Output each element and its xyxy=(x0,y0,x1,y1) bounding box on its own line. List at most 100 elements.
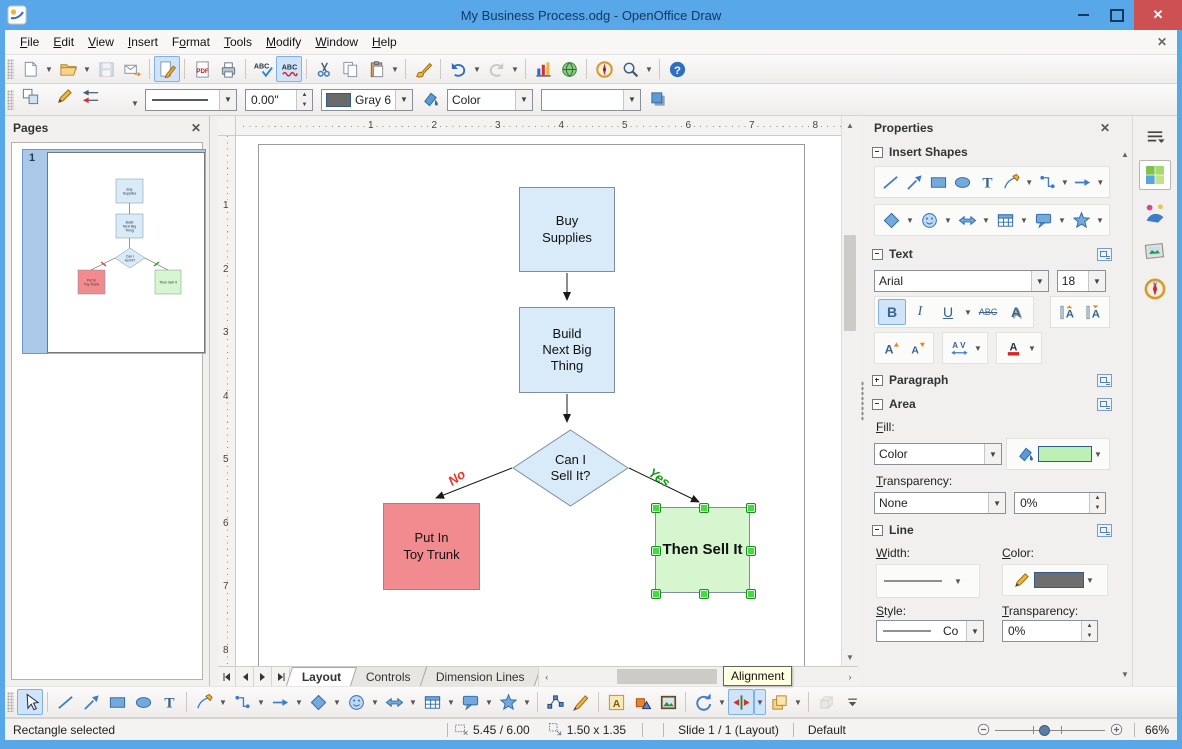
collapse-icon[interactable] xyxy=(872,524,883,536)
selection-handle[interactable] xyxy=(651,589,661,599)
scroll-up-icon[interactable]: ▲ xyxy=(1119,146,1131,162)
selection-handle[interactable] xyxy=(698,503,709,513)
menu-tools[interactable]: Tools xyxy=(217,32,259,52)
line-style-select[interactable]: Co ▼ xyxy=(876,620,984,642)
combine-shapes-icon[interactable] xyxy=(629,689,655,715)
chevron-down-icon[interactable]: ▼ xyxy=(407,689,419,715)
-icon[interactable] xyxy=(103,83,129,109)
selection-handle[interactable] xyxy=(698,589,709,599)
chevron-down-icon[interactable]: ▼ xyxy=(445,689,457,715)
selection-handle[interactable] xyxy=(746,546,756,556)
menu-format[interactable]: Format xyxy=(165,32,217,52)
increase-spacing-icon[interactable]: A xyxy=(1054,299,1080,325)
decrease-spacing-icon[interactable]: A xyxy=(1080,299,1106,325)
zoom-slider-thumb[interactable] xyxy=(1038,725,1050,736)
horizontal-scroll-thumb[interactable] xyxy=(616,669,717,684)
close-document-icon[interactable]: ✕ xyxy=(1157,35,1167,49)
chevron-down-icon[interactable]: ▼ xyxy=(792,689,804,715)
line-icon[interactable] xyxy=(52,689,78,715)
vertical-scroll-thumb[interactable] xyxy=(844,235,856,331)
clipart-deck-icon[interactable] xyxy=(1139,236,1171,266)
chevron-down-icon[interactable]: ▼ xyxy=(1084,567,1096,593)
scroll-down-icon[interactable]: ▼ xyxy=(1119,666,1131,682)
tab-layout[interactable]: Layout xyxy=(285,667,358,686)
dialog-launcher-icon[interactable] xyxy=(1097,397,1112,411)
arrange-icon[interactable] xyxy=(766,689,792,715)
chevron-down-icon[interactable]: ▼ xyxy=(980,207,992,233)
selection-handle[interactable] xyxy=(651,503,661,513)
previous-layer-button[interactable] xyxy=(236,667,254,686)
slide-indicator[interactable]: Slide 1 / 1 (Layout) xyxy=(678,723,779,737)
spin-up-icon[interactable]: ▲ xyxy=(297,89,312,100)
block-arrows-icon[interactable] xyxy=(381,689,407,715)
chevron-down-icon[interactable]: ▼ xyxy=(471,56,483,82)
glue-points-icon[interactable] xyxy=(568,689,594,715)
basic-shapes-icon[interactable] xyxy=(305,689,331,715)
new-document-icon[interactable] xyxy=(17,56,43,82)
spelling-icon[interactable]: ABC xyxy=(250,56,276,82)
text-icon[interactable]: T xyxy=(975,169,999,195)
toolbar-grip[interactable] xyxy=(7,692,14,712)
fill-can-icon[interactable] xyxy=(1012,441,1038,467)
transparency-spinner[interactable]: 0% ▲ ▼ xyxy=(1014,492,1106,514)
arrow-style-icon[interactable] xyxy=(77,83,103,109)
transparency-type-select[interactable]: None ▼ xyxy=(874,492,1007,514)
open-folder-icon[interactable] xyxy=(55,56,81,82)
scroll-up-icon[interactable]: ▲ xyxy=(842,117,858,133)
navigator-deck-icon[interactable]: N xyxy=(1139,274,1171,304)
zoom-out-icon[interactable] xyxy=(976,722,991,737)
chevron-down-icon[interactable]: ▼ xyxy=(1092,441,1104,467)
edit-mode-icon[interactable] xyxy=(154,56,180,82)
line-arrow-icon[interactable] xyxy=(267,689,293,715)
connector-icon[interactable] xyxy=(1035,169,1059,195)
collapse-icon[interactable] xyxy=(872,248,883,260)
title-bar[interactable]: My Business Process.odg - OpenOffice Dra… xyxy=(0,0,1182,30)
paste-icon[interactable] xyxy=(363,56,389,82)
chevron-down-icon[interactable]: ▼ xyxy=(369,689,381,715)
chevron-down-icon[interactable]: ▼ xyxy=(521,689,533,715)
auto-spellcheck-icon[interactable]: ABC xyxy=(276,56,302,82)
undo-icon[interactable] xyxy=(445,56,471,82)
tab-controls[interactable]: Controls xyxy=(350,667,428,686)
spin-down-icon[interactable]: ▼ xyxy=(297,99,312,110)
hyperlink-icon[interactable] xyxy=(556,56,582,82)
line-pen-icon[interactable] xyxy=(1008,567,1034,593)
flow-node-buy[interactable]: Buy Supplies xyxy=(519,187,615,272)
rotate-icon[interactable] xyxy=(690,689,716,715)
line-width-select[interactable]: ▼ xyxy=(876,564,980,598)
print-icon[interactable] xyxy=(215,56,241,82)
shadow-text-button[interactable]: A xyxy=(1002,299,1030,325)
chevron-down-icon[interactable]: ▼ xyxy=(43,56,55,82)
area-fill-type-select[interactable]: Color ▼ xyxy=(874,443,1002,465)
dialog-launcher-icon[interactable] xyxy=(1097,523,1112,537)
position-size-icon[interactable] xyxy=(17,83,43,109)
chevron-down-icon[interactable]: ▼ xyxy=(942,207,954,233)
chevron-down-icon[interactable]: ▼ xyxy=(972,335,984,361)
chevron-down-icon[interactable]: ▼ xyxy=(1018,207,1030,233)
chevron-down-icon[interactable]: ▼ xyxy=(129,90,141,116)
chevron-down-icon[interactable]: ▼ xyxy=(1095,169,1106,195)
dialog-launcher-icon[interactable] xyxy=(1097,373,1112,387)
stars-icon[interactable] xyxy=(1068,207,1094,233)
shadow-icon[interactable] xyxy=(645,87,671,113)
close-sidebar-icon[interactable]: ✕ xyxy=(1100,121,1110,135)
close-panel-icon[interactable]: ✕ xyxy=(191,121,201,135)
grow-font-icon[interactable]: A xyxy=(878,335,904,361)
block-arrows-icon[interactable] xyxy=(954,207,980,233)
chevron-down-icon[interactable]: ▼ xyxy=(389,56,401,82)
properties-deck-icon[interactable] xyxy=(1139,160,1171,190)
menu-help[interactable]: Help xyxy=(365,32,404,52)
tab-dimension-lines[interactable]: Dimension Lines xyxy=(419,667,541,686)
spin-up-icon[interactable]: ▲ xyxy=(1082,621,1097,631)
basic-shapes-icon[interactable] xyxy=(878,207,904,233)
connector-icon[interactable] xyxy=(229,689,255,715)
flowchart-shapes-icon[interactable] xyxy=(419,689,445,715)
chevron-down-icon[interactable]: ▼ xyxy=(255,689,267,715)
collapse-icon[interactable] xyxy=(872,398,883,410)
chevron-down-icon[interactable]: ▼ xyxy=(1059,169,1070,195)
selection-handle[interactable] xyxy=(651,546,661,556)
horizontal-scrollbar[interactable]: ‹ › xyxy=(537,667,858,686)
collapse-icon[interactable] xyxy=(872,146,883,158)
spin-down-icon[interactable]: ▼ xyxy=(1090,503,1105,513)
sidebar-splitter[interactable] xyxy=(858,116,866,686)
